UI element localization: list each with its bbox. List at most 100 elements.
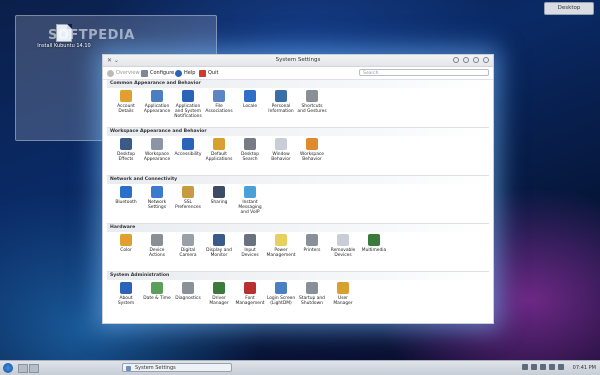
driver-icon — [213, 282, 225, 294]
help-label: Help — [184, 70, 196, 76]
settings-module-label: Power Management — [266, 248, 296, 258]
settings-module-label: Sharing — [210, 200, 228, 205]
settings-module[interactable]: Application Appearance — [142, 90, 172, 114]
settings-module[interactable]: Display and Monitor — [204, 234, 234, 258]
section-title: Common Appearance and Behavior — [107, 79, 489, 88]
settings-module[interactable]: Desktop Effects — [111, 138, 141, 162]
settings-module-label: Startup and Shutdown — [299, 296, 325, 306]
settings-module[interactable]: Digital Camera — [173, 234, 203, 258]
settings-module-label: Instant Messaging and VoIP — [238, 200, 262, 215]
startup-icon — [306, 282, 318, 294]
settings-module-label: User Manager — [333, 296, 353, 306]
section: Hardware Color Device Actions Digital Camer… — [107, 223, 489, 272]
settings-module-label: Display and Monitor — [206, 248, 232, 258]
settings-module[interactable]: Workspace Appearance — [142, 138, 172, 162]
settings-module[interactable]: Accessibility — [173, 138, 203, 157]
settings-module-label: Font Management — [235, 296, 265, 306]
settings-module[interactable]: Desktop Search — [235, 138, 265, 162]
tray-clipboard-icon[interactable] — [522, 364, 528, 370]
settings-module[interactable]: Diagnostics — [173, 282, 203, 301]
settings-module[interactable]: Locale — [235, 90, 265, 109]
back-arrow-icon — [107, 69, 114, 77]
clock-icon — [151, 282, 163, 294]
settings-module[interactable]: Login Screen (LightDM) — [266, 282, 296, 306]
desktop-effects-icon — [120, 138, 132, 150]
settings-module[interactable]: Instant Messaging and VoIP — [235, 186, 265, 215]
settings-module[interactable]: File Associations — [204, 90, 234, 114]
settings-module[interactable]: Printers — [297, 234, 327, 253]
locale-icon — [244, 90, 256, 102]
desktop-button[interactable]: Desktop — [544, 2, 594, 15]
section-title: System Administration — [107, 271, 489, 280]
removable-devices-icon — [337, 234, 349, 246]
window-titlebar[interactable]: ✕ ⌄ System Settings — [103, 55, 493, 67]
settings-module[interactable]: Input Devices — [235, 234, 265, 258]
settings-module-label: Application and System Notifications — [174, 104, 202, 119]
help-circle-icon[interactable] — [453, 57, 459, 63]
settings-module-label: Accessibility — [174, 152, 202, 157]
section: Network and Connectivity Bluetooth Network… — [107, 175, 489, 224]
settings-module[interactable]: Network Settings — [142, 186, 172, 210]
clock[interactable]: 07:41 PM — [573, 361, 596, 375]
settings-module[interactable]: Multimedia — [359, 234, 389, 253]
overview-button[interactable]: Overview — [107, 67, 140, 79]
account-icon — [120, 90, 132, 102]
tray-network-icon[interactable] — [531, 364, 537, 370]
taskbar-task-system-settings[interactable]: System Settings — [122, 363, 232, 372]
settings-module-label: Application Appearance — [143, 104, 171, 114]
settings-module-label: Desktop Search — [240, 152, 260, 162]
settings-module-label: Login Screen (LightDM) — [266, 296, 296, 306]
settings-module-label: Input Devices — [241, 248, 259, 258]
settings-module[interactable]: Shortcuts and Gestures — [297, 90, 327, 114]
settings-module[interactable]: Bluetooth — [111, 186, 141, 205]
color-icon — [120, 234, 132, 246]
configure-label: Configure — [150, 70, 175, 76]
settings-module-label: Workspace Behavior — [300, 152, 324, 162]
taskbar-panel: System Settings 07:41 PM — [0, 360, 600, 375]
settings-module[interactable]: Date & Time — [142, 282, 172, 301]
settings-module-label: About System — [117, 296, 135, 306]
settings-module[interactable]: Workspace Behavior — [297, 138, 327, 162]
settings-module[interactable]: Removable Devices — [328, 234, 358, 258]
settings-module[interactable]: Account Details — [111, 90, 141, 114]
settings-module[interactable]: Power Management — [266, 234, 296, 258]
quit-icon — [199, 69, 206, 77]
settings-module[interactable]: Application and System Notifications — [173, 90, 203, 119]
minimize-icon[interactable] — [463, 57, 469, 63]
settings-module-label: Date & Time — [143, 296, 171, 301]
tray-expand-icon[interactable] — [558, 364, 564, 370]
messaging-icon — [244, 186, 256, 198]
help-button[interactable]: Help — [175, 67, 195, 79]
settings-module-label: Shortcuts and Gestures — [297, 104, 327, 114]
settings-module-label: Device Actions — [148, 248, 166, 258]
settings-module[interactable]: Sharing — [204, 186, 234, 205]
login-screen-icon — [275, 282, 287, 294]
settings-module-label: SSL Preferences — [175, 200, 201, 210]
settings-module[interactable]: Driver Manager — [204, 282, 234, 306]
search-input[interactable]: Search — [359, 69, 489, 76]
settings-module-label: Bluetooth — [115, 200, 137, 205]
settings-module[interactable]: Font Management — [235, 282, 265, 306]
settings-module-label: Workspace Appearance — [143, 152, 171, 162]
configure-button[interactable]: Configure — [141, 67, 174, 79]
settings-module-label: Default Applications — [205, 152, 233, 162]
settings-module[interactable]: Personal Information — [266, 90, 296, 114]
settings-module[interactable]: Color — [111, 234, 141, 253]
settings-module[interactable]: About System — [111, 282, 141, 306]
pager[interactable] — [18, 364, 39, 373]
settings-module[interactable]: Default Applications — [204, 138, 234, 162]
tray-battery-icon[interactable] — [549, 364, 555, 370]
settings-module[interactable]: Startup and Shutdown — [297, 282, 327, 306]
appearance-icon — [151, 90, 163, 102]
tray-volume-icon[interactable] — [540, 364, 546, 370]
settings-module[interactable]: Window Behavior — [266, 138, 296, 162]
maximize-icon[interactable] — [473, 57, 479, 63]
close-icon[interactable] — [483, 57, 489, 63]
settings-module[interactable]: SSL Preferences — [173, 186, 203, 210]
settings-module[interactable]: User Manager — [328, 282, 358, 306]
quit-button[interactable]: Quit — [199, 67, 218, 79]
notifications-icon — [182, 90, 194, 102]
desktop-search-icon — [244, 138, 256, 150]
application-launcher-icon[interactable] — [3, 363, 13, 373]
settings-module[interactable]: Device Actions — [142, 234, 172, 258]
